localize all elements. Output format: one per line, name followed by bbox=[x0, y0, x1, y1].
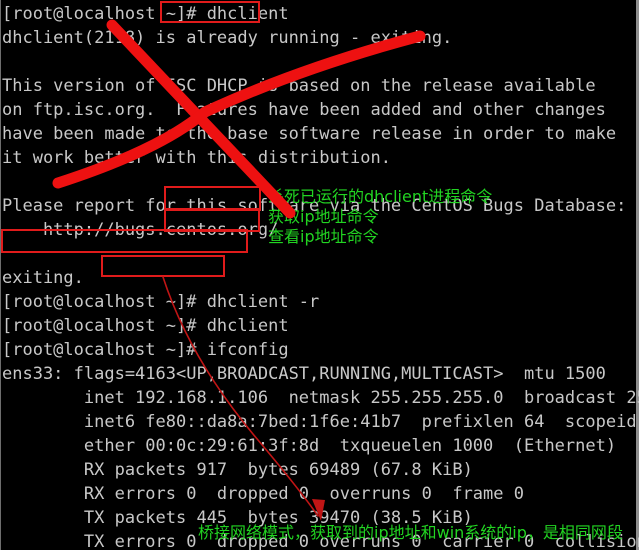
terminal-line: RX packets 917 bytes 69489 (67.8 KiB) bbox=[2, 460, 473, 480]
terminal-line: This version of ISC DHCP is based on the… bbox=[2, 76, 596, 96]
terminal-line: exiting. bbox=[2, 268, 84, 288]
terminal-line: have been made to the base software rele… bbox=[2, 124, 617, 144]
terminal-line: RX errors 0 dropped 0 overruns 0 frame 0 bbox=[2, 484, 524, 504]
terminal-line: inet 192.168.1.106 netmask 255.255.255.0… bbox=[83, 388, 639, 408]
terminal-line: inet6 fe80::da8a:7bed:1f6e:41b7 prefixle… bbox=[83, 412, 637, 432]
annotation-view-ip: 查看ip地址命令 bbox=[268, 227, 379, 246]
terminal-window[interactable]: [root@localhost ~]# dhclient dhclient(21… bbox=[0, 0, 639, 550]
annotation-kill-dhclient: 杀死已运行的dhclient进程命令 bbox=[268, 187, 493, 206]
terminal-line: on ftp.isc.org. Features have been added… bbox=[2, 100, 606, 120]
terminal-line: it work better with this distribution. bbox=[2, 148, 391, 168]
annotation-get-ip: 获取ip地址命令 bbox=[268, 207, 379, 226]
terminal-line-command: [root@localhost ~]# dhclient -r bbox=[2, 292, 320, 312]
terminal-line: dhclient(2118) is already running - exit… bbox=[2, 28, 453, 48]
terminal-line: ether 00:0c:29:61:3f:8d txqueuelen 1000 … bbox=[2, 436, 617, 456]
terminal-output[interactable]: [root@localhost ~]# dhclient dhclient(21… bbox=[0, 0, 639, 550]
terminal-line: ens33: flags=4163<UP,BROADCAST,RUNNING,M… bbox=[2, 364, 606, 384]
terminal-line: [root@localhost ~]# dhclient bbox=[2, 4, 289, 24]
terminal-line-command: [root@localhost ~]# ifconfig bbox=[2, 340, 289, 360]
annotation-bridge-network-note: 桥接网络模式，获取到的ip地址和win系统的ip，是相同网段 bbox=[198, 523, 623, 542]
terminal-line-command: [root@localhost ~]# dhclient bbox=[2, 316, 289, 336]
